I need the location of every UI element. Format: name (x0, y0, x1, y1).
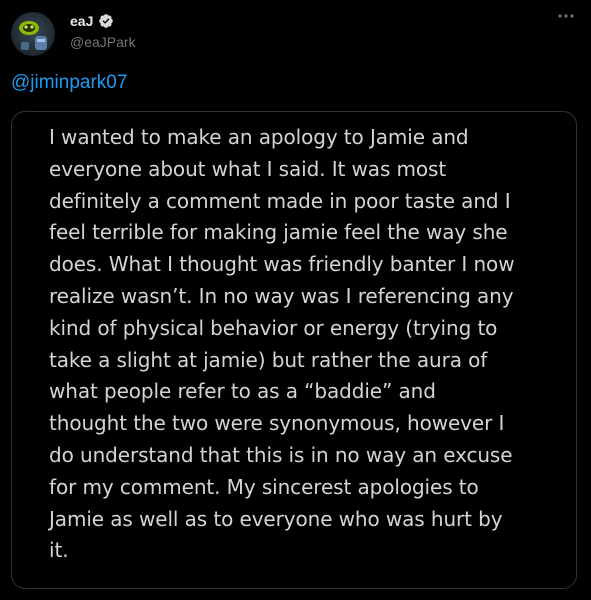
more-horizontal-icon (558, 14, 574, 18)
image-text-line: it. (49, 538, 69, 563)
image-text-line: what people refer to as a “baddie” and (49, 379, 436, 404)
image-text-line: realize wasn’t. In no way was I referenc… (49, 283, 514, 308)
author-display-name[interactable]: eaJ (70, 13, 93, 29)
image-text-block: I wanted to make an apology to Jamie and… (49, 122, 554, 567)
image-text-line: Jamie as well as to everyone who was hur… (49, 506, 503, 531)
author-handle: @eaJPark (70, 34, 136, 50)
image-text-line: for my comment. My sincerest apologies t… (49, 474, 479, 499)
image-text-line: definitely a comment made in poor taste … (49, 188, 511, 213)
image-text-line: does. What I thought was friendly banter… (49, 252, 515, 277)
author-info[interactable]: eaJ @eaJPark (70, 12, 136, 50)
attached-image[interactable]: I wanted to make an apology to Jamie and… (11, 111, 577, 589)
image-text-line: do understand that this is in no way an … (49, 442, 513, 467)
more-options-button[interactable] (555, 8, 577, 24)
avatar[interactable] (11, 12, 55, 56)
image-text-line: kind of physical behavior or energy (try… (49, 315, 498, 340)
mention-link[interactable]: @jiminpark07 (11, 72, 127, 94)
display-name-row: eaJ (70, 12, 136, 30)
image-text-line: thought the two were synonymous, however… (49, 411, 505, 436)
avatar-photo-icon (11, 12, 55, 56)
image-text-line: take a slight at jamie) but rather the a… (49, 347, 488, 372)
image-text-line: I wanted to make an apology to Jamie and (49, 125, 469, 149)
verified-badge-icon (98, 13, 114, 29)
image-text-line: feel terrible for making jamie feel the … (49, 220, 508, 245)
image-text-line: everyone about what I said. It was most (49, 156, 447, 181)
